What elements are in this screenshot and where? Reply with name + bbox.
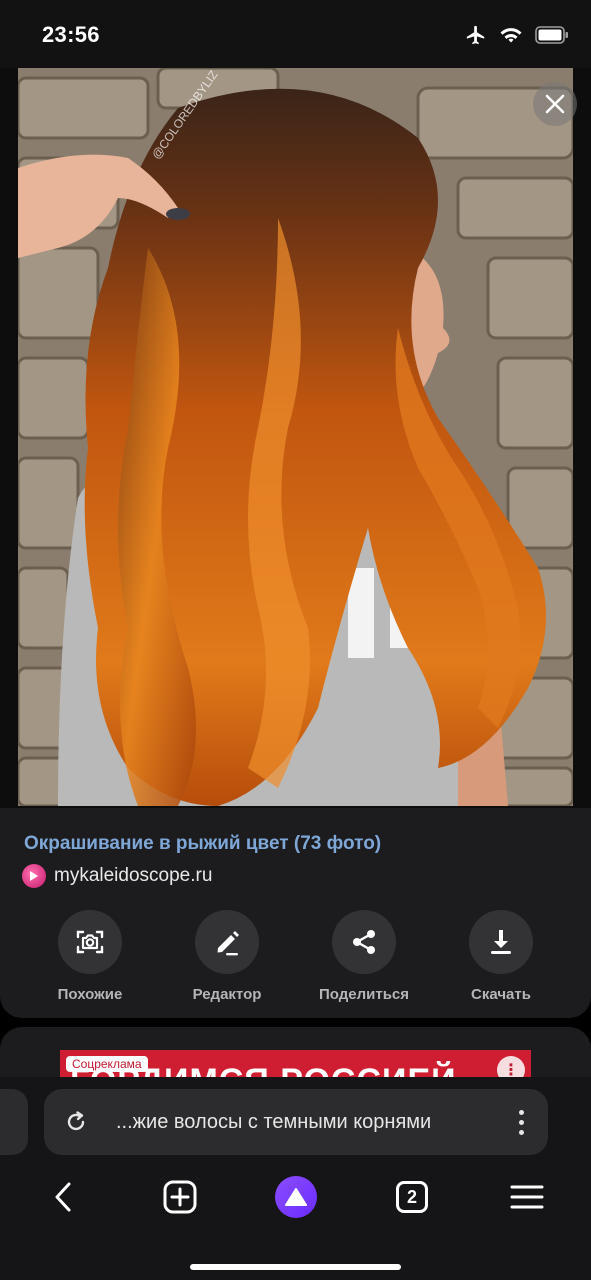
- close-icon: [545, 94, 565, 114]
- share-button[interactable]: Поделиться: [296, 910, 432, 1003]
- tabs-button[interactable]: 2: [390, 1175, 434, 1219]
- editor-label: Редактор: [192, 986, 262, 1003]
- address-bar[interactable]: ...жие волосы с темными корнями: [44, 1089, 548, 1155]
- address-text: ...жие волосы с темными корнями: [116, 1111, 432, 1133]
- download-icon: [469, 910, 533, 974]
- similar-button[interactable]: Похожие: [22, 910, 158, 1003]
- source-link[interactable]: mykaleidoscope.ru: [22, 864, 212, 888]
- share-icon: [332, 910, 396, 974]
- plus-square-icon: [163, 1180, 197, 1214]
- source-domain: mykaleidoscope.ru: [54, 865, 213, 886]
- status-time: 23:56: [42, 22, 100, 47]
- alice-button[interactable]: [274, 1175, 318, 1219]
- share-label: Поделиться: [318, 986, 410, 1003]
- back-button[interactable]: [42, 1175, 86, 1219]
- browser-bottom-bar: ...жие волосы с темными корнями 2: [0, 1077, 591, 1280]
- wifi-icon: [500, 28, 522, 43]
- editor-button[interactable]: Редактор: [159, 910, 295, 1003]
- status-bar: 23:56: [0, 0, 591, 68]
- close-button[interactable]: [533, 82, 577, 126]
- alice-icon: [275, 1176, 317, 1218]
- menu-button[interactable]: [505, 1175, 549, 1219]
- similar-label: Похожие: [57, 986, 123, 1003]
- back-arrow-icon: [55, 1182, 71, 1212]
- image-info-card: Окрашивание в рыжий цвет (73 фото) mykal…: [0, 808, 591, 1018]
- pencil-icon: [195, 910, 259, 974]
- download-button[interactable]: Скачать: [433, 910, 569, 1003]
- image-title-link[interactable]: Окрашивание в рыжий цвет (73 фото): [24, 833, 381, 855]
- image-viewer: @COLOREDBYLIZ: [0, 68, 591, 808]
- status-icons: [465, 24, 569, 46]
- battery-icon: [535, 26, 568, 44]
- reload-icon[interactable]: [64, 1110, 88, 1134]
- new-tab-button[interactable]: [158, 1175, 202, 1219]
- site-favicon-icon: [22, 864, 46, 888]
- camera-search-icon: [58, 910, 122, 974]
- ad-badge: Соцреклама: [66, 1056, 148, 1072]
- navigation-row: 2: [0, 1175, 591, 1219]
- action-row: Похожие Редактор Поделиться Скачать: [22, 910, 569, 1003]
- home-indicator: [190, 1264, 401, 1270]
- more-menu-icon[interactable]: [514, 1107, 528, 1137]
- hamburger-icon: [510, 1185, 544, 1209]
- download-label: Скачать: [471, 986, 531, 1003]
- airplane-icon: [466, 25, 485, 45]
- tab-count: 2: [396, 1181, 428, 1213]
- hair-photo[interactable]: @COLOREDBYLIZ: [18, 68, 573, 806]
- previous-tab-stub[interactable]: [0, 1089, 28, 1155]
